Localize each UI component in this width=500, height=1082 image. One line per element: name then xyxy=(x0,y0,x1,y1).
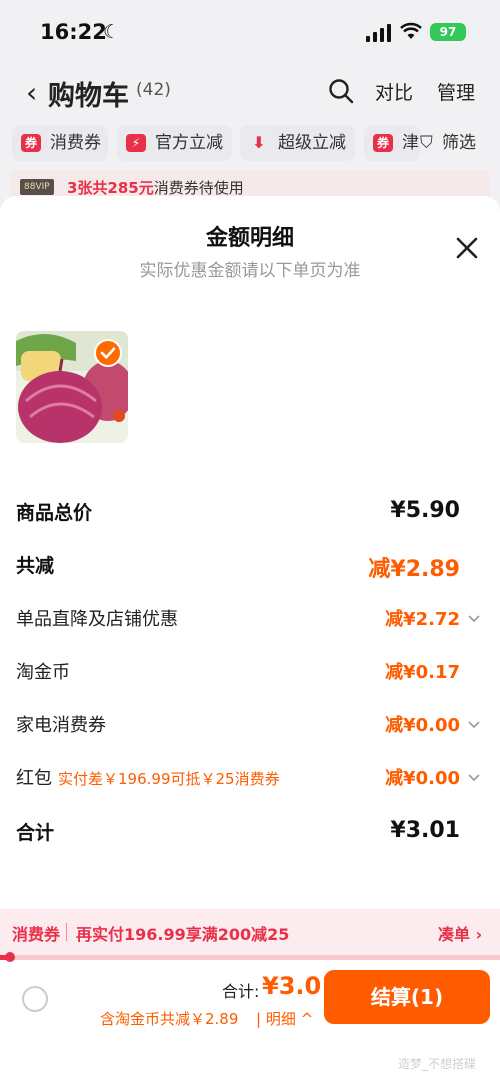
select-all-radio[interactable] xyxy=(22,986,48,1012)
chip-official-discount[interactable]: ⚡ 官方立减 xyxy=(117,125,232,161)
filter-label: 筛选 xyxy=(442,133,476,153)
row-value: 减¥2.72 xyxy=(385,609,460,630)
row-appliance-coupon[interactable]: 家电消费券 减¥0.00 xyxy=(16,711,484,743)
chip-label: 官方立减 xyxy=(155,133,223,153)
cart-navbar: ‹ 购物车 (42) 对比 管理 xyxy=(0,66,500,116)
status-time: 16:22 xyxy=(40,20,107,44)
promo-divider xyxy=(66,923,67,941)
row-label: 红包 实付差￥196.99可抵￥25消费券 xyxy=(16,768,280,789)
sheet-subtitle: 实际优惠金额请以下单页为准 xyxy=(139,261,361,281)
add-items-link[interactable]: 凑单 › xyxy=(438,921,482,945)
ticket-icon: 券 xyxy=(21,134,41,152)
chip-label: 津 xyxy=(402,133,419,153)
ticket-icon: 券 xyxy=(373,134,393,152)
checkmark-icon xyxy=(94,339,122,367)
row-label: 单品直降及店铺优惠 xyxy=(16,609,178,630)
signal-icon xyxy=(366,24,392,42)
row-value: ¥3.01 xyxy=(390,818,460,843)
manage-button[interactable]: 管理 xyxy=(437,78,475,105)
row-label: 商品总价 xyxy=(16,502,93,524)
row-label: 共减 xyxy=(16,555,55,577)
close-icon[interactable] xyxy=(455,236,479,260)
watermark: 造梦_不想搭碟 xyxy=(398,1057,477,1071)
row-taojinbi: 淘金币 减¥0.17 xyxy=(16,658,484,690)
chip-more[interactable]: 券 津 xyxy=(364,125,420,161)
sheet-title: 金额明细 xyxy=(205,226,294,251)
chip-label: 消费券 xyxy=(50,133,101,153)
row-value: ¥5.90 xyxy=(390,498,460,523)
row-value: 减¥2.89 xyxy=(368,557,460,582)
total-label: 合计: xyxy=(222,982,260,1001)
chip-label: 超级立减 xyxy=(278,133,346,153)
chevron-down-icon xyxy=(468,615,480,623)
moon-icon: ☾ xyxy=(103,21,121,43)
search-icon[interactable] xyxy=(328,78,354,104)
red-packet-note: 实付差￥196.99可抵￥25消费券 xyxy=(58,770,280,788)
filter-chips: 券 消费券 ⚡ 官方立减 ⬇ 超级立减 券 津 ⛉ 筛选 xyxy=(0,125,500,163)
back-icon[interactable]: ‹ xyxy=(26,76,37,109)
funnel-icon: ⛉ xyxy=(420,133,433,153)
chip-super-discount[interactable]: ⬇ 超级立减 xyxy=(240,125,355,161)
row-label: 淘金币 xyxy=(16,662,70,683)
detail-toggle[interactable]: | 明细 ^ xyxy=(256,1008,313,1029)
progress-dot xyxy=(5,952,15,962)
row-red-packet[interactable]: 红包 实付差￥196.99可抵￥25消费券 减¥0.00 xyxy=(16,764,484,796)
coin-discount-text: 含淘金币共减￥2.89 xyxy=(100,1010,239,1028)
status-bar: 16:22 ☾ 97 xyxy=(0,0,500,64)
battery-icon: 97 xyxy=(430,23,466,41)
row-total-price: 商品总价 ¥5.90 xyxy=(16,498,484,530)
row-total-discount: 共减 减¥2.89 xyxy=(16,551,484,583)
row-store-discount[interactable]: 单品直降及店铺优惠 减¥2.72 xyxy=(16,605,484,637)
wifi-icon xyxy=(400,22,422,39)
row-grand-total: 合计 ¥3.01 xyxy=(16,818,484,850)
lightning-icon: ⚡ xyxy=(126,134,146,152)
amount-detail-sheet: 金额明细 实际优惠金额请以下单页为准 商品总价 ¥5.90 共减 减¥2.89 … xyxy=(0,196,500,1082)
promo-tag: 消费券 xyxy=(12,925,61,944)
chip-coupon[interactable]: 券 消费券 xyxy=(12,125,108,161)
filter-button[interactable]: ⛉ 筛选 xyxy=(420,125,476,161)
row-label: 家电消费券 xyxy=(16,715,106,736)
compare-button[interactable]: 对比 xyxy=(375,78,413,105)
vip-text: 3张共285元消费券待使用 xyxy=(67,179,244,197)
row-label: 合计 xyxy=(16,822,55,844)
vip-badge: 88VIP xyxy=(20,179,54,195)
page-title: 购物车 xyxy=(48,81,129,112)
row-value: 减¥0.17 xyxy=(385,662,460,683)
promo-progress-bar xyxy=(0,952,500,962)
coupon-promo-bar: 消费券 再实付196.99享满200减25 凑单 › xyxy=(0,909,500,955)
product-thumbnail[interactable] xyxy=(16,331,128,443)
chevron-down-icon xyxy=(468,774,480,782)
row-value: 减¥0.00 xyxy=(385,768,460,789)
row-value: 减¥0.00 xyxy=(385,715,460,736)
settle-button[interactable]: 结算(1) xyxy=(324,970,490,1024)
promo-text: 再实付196.99享满200减25 xyxy=(76,925,290,944)
chevron-down-icon xyxy=(468,721,480,729)
down-arrow-icon: ⬇ xyxy=(252,133,266,152)
cart-count: (42) xyxy=(136,80,171,100)
